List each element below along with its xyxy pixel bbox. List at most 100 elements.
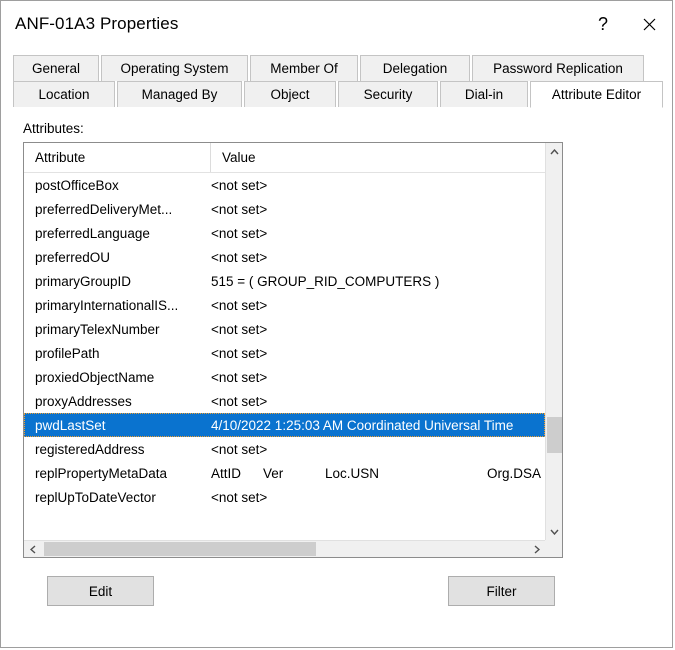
cell-value: AttID Ver Loc.USN Org.DSA xyxy=(211,466,545,481)
meta-ver: Ver xyxy=(263,465,284,481)
table-row[interactable]: proxiedObjectName <not set> xyxy=(24,365,545,389)
meta-org-dsa: Org.DSA xyxy=(487,465,542,481)
column-header-attribute[interactable]: Attribute xyxy=(24,143,211,172)
window-title: ANF-01A3 Properties xyxy=(15,14,179,33)
tab-row-2: Location Managed By Object Security Dial… xyxy=(13,81,665,108)
tab-strip: General Operating System Member Of Deleg… xyxy=(13,55,663,108)
scrollbar-corner xyxy=(545,540,562,557)
tab-label: Member Of xyxy=(270,61,338,76)
help-button[interactable]: ? xyxy=(580,1,626,47)
question-mark-icon: ? xyxy=(597,13,608,34)
table-row[interactable]: profilePath <not set> xyxy=(24,341,545,365)
cell-attribute: profilePath xyxy=(35,345,100,361)
column-header-value[interactable]: Value xyxy=(211,143,562,172)
tab-attribute-editor[interactable]: Attribute Editor xyxy=(530,81,663,108)
table-row-selected[interactable]: pwdLastSet 4/10/2022 1:25:03 AM Coordina… xyxy=(24,413,545,437)
table-row[interactable]: replUpToDateVector <not set> xyxy=(24,485,545,509)
title-bar: ANF-01A3 Properties ? xyxy=(1,1,672,47)
cell-value: <not set> xyxy=(211,345,268,361)
horizontal-scroll-thumb[interactable] xyxy=(44,542,316,556)
tab-general[interactable]: General xyxy=(13,55,99,81)
table-row[interactable]: primaryInternationalIS... <not set> xyxy=(24,293,545,317)
close-icon xyxy=(643,18,655,30)
attributes-label: Attributes: xyxy=(23,121,84,136)
table-row[interactable]: preferredDeliveryMet... <not set> xyxy=(24,197,545,221)
table-row[interactable]: preferredOU <not set> xyxy=(24,245,545,269)
horizontal-scrollbar[interactable] xyxy=(24,540,545,557)
attribute-editor-panel: Attributes: Attribute Value postOfficeBo… xyxy=(13,107,660,610)
properties-dialog: ANF-01A3 Properties ? General Operating … xyxy=(0,0,673,648)
cell-value: 4/10/2022 1:25:03 AM Coordinated Univers… xyxy=(211,417,514,433)
tab-dial-in[interactable]: Dial-in xyxy=(440,81,528,107)
tab-delegation[interactable]: Delegation xyxy=(360,55,470,81)
meta-attid: AttID xyxy=(211,465,242,481)
tab-location[interactable]: Location xyxy=(13,81,115,107)
cell-attribute: replPropertyMetaData xyxy=(35,465,168,481)
tab-password-replication[interactable]: Password Replication xyxy=(472,55,644,81)
tab-label: Security xyxy=(363,87,413,102)
cell-attribute: postOfficeBox xyxy=(35,177,119,193)
cell-attribute: registeredAddress xyxy=(35,441,145,457)
tab-managed-by[interactable]: Managed By xyxy=(117,81,242,107)
table-row[interactable]: primaryTelexNumber <not set> xyxy=(24,317,545,341)
scroll-right-button[interactable] xyxy=(528,541,545,557)
tab-row-1: General Operating System Member Of Deleg… xyxy=(13,55,646,81)
vertical-scrollbar[interactable] xyxy=(545,143,562,557)
cell-value: <not set> xyxy=(211,393,268,409)
table-row[interactable]: primaryGroupID 515 = ( GROUP_RID_COMPUTE… xyxy=(24,269,545,293)
meta-loc-usn: Loc.USN xyxy=(325,465,380,481)
scroll-up-button[interactable] xyxy=(546,143,562,160)
tab-label: Dial-in xyxy=(464,87,504,102)
chevron-down-icon xyxy=(549,529,559,535)
tab-label: Location xyxy=(38,87,90,102)
cell-attribute: primaryTelexNumber xyxy=(35,321,160,337)
vertical-scroll-thumb[interactable] xyxy=(547,417,562,453)
tab-operating-system[interactable]: Operating System xyxy=(101,55,248,81)
cell-value: <not set> xyxy=(211,225,268,241)
table-row[interactable]: replPropertyMetaData AttID Ver Loc.USN Org.… xyxy=(24,461,545,485)
tab-label: Managed By xyxy=(141,87,218,102)
table-row[interactable]: registeredAddress <not set> xyxy=(24,437,545,461)
cell-attribute: preferredLanguage xyxy=(35,225,150,241)
tab-security[interactable]: Security xyxy=(338,81,438,107)
cell-attribute: primaryInternationalIS... xyxy=(35,297,179,313)
table-row[interactable]: postOfficeBox <not set> xyxy=(24,173,545,197)
cell-value: <not set> xyxy=(211,489,268,505)
cell-attribute: pwdLastSet xyxy=(35,417,106,433)
cell-value: <not set> xyxy=(211,249,268,265)
title-bar-buttons: ? xyxy=(580,1,672,47)
cell-attribute: proxyAddresses xyxy=(35,393,132,409)
cell-value: <not set> xyxy=(211,441,268,457)
tab-label: Attribute Editor xyxy=(551,87,642,102)
close-button[interactable] xyxy=(626,1,672,47)
cell-value: <not set> xyxy=(211,177,268,193)
cell-value: <not set> xyxy=(211,369,268,385)
table-row[interactable]: proxyAddresses <not set> xyxy=(24,389,545,413)
tab-label: Operating System xyxy=(120,61,229,76)
chevron-up-icon xyxy=(549,148,559,154)
cell-value: <not set> xyxy=(211,297,268,313)
cell-attribute: primaryGroupID xyxy=(35,273,132,289)
cell-attribute: preferredOU xyxy=(35,249,111,265)
cell-value: <not set> xyxy=(211,201,268,217)
cell-attribute: replUpToDateVector xyxy=(35,489,156,505)
tab-object[interactable]: Object xyxy=(244,81,336,107)
cell-attribute: preferredDeliveryMet... xyxy=(35,201,173,217)
scroll-left-button[interactable] xyxy=(24,541,41,557)
chevron-right-icon xyxy=(534,544,540,554)
tab-label: Password Replication xyxy=(493,61,623,76)
cell-value: <not set> xyxy=(211,321,268,337)
tab-label: Delegation xyxy=(382,61,448,76)
scroll-down-button[interactable] xyxy=(546,523,562,540)
cell-value: 515 = ( GROUP_RID_COMPUTERS ) xyxy=(211,273,440,289)
tab-label: Object xyxy=(270,87,310,102)
edit-button[interactable]: Edit xyxy=(47,576,154,606)
attributes-list[interactable]: Attribute Value postOfficeBox <not set> … xyxy=(23,142,563,558)
tab-label: General xyxy=(31,61,81,76)
cell-attribute: proxiedObjectName xyxy=(35,369,155,385)
table-row[interactable]: preferredLanguage <not set> xyxy=(24,221,545,245)
filter-button[interactable]: Filter xyxy=(448,576,555,606)
list-rows: postOfficeBox <not set> preferredDeliver… xyxy=(24,173,545,540)
button-row: Edit Filter xyxy=(23,576,563,610)
tab-member-of[interactable]: Member Of xyxy=(250,55,358,81)
